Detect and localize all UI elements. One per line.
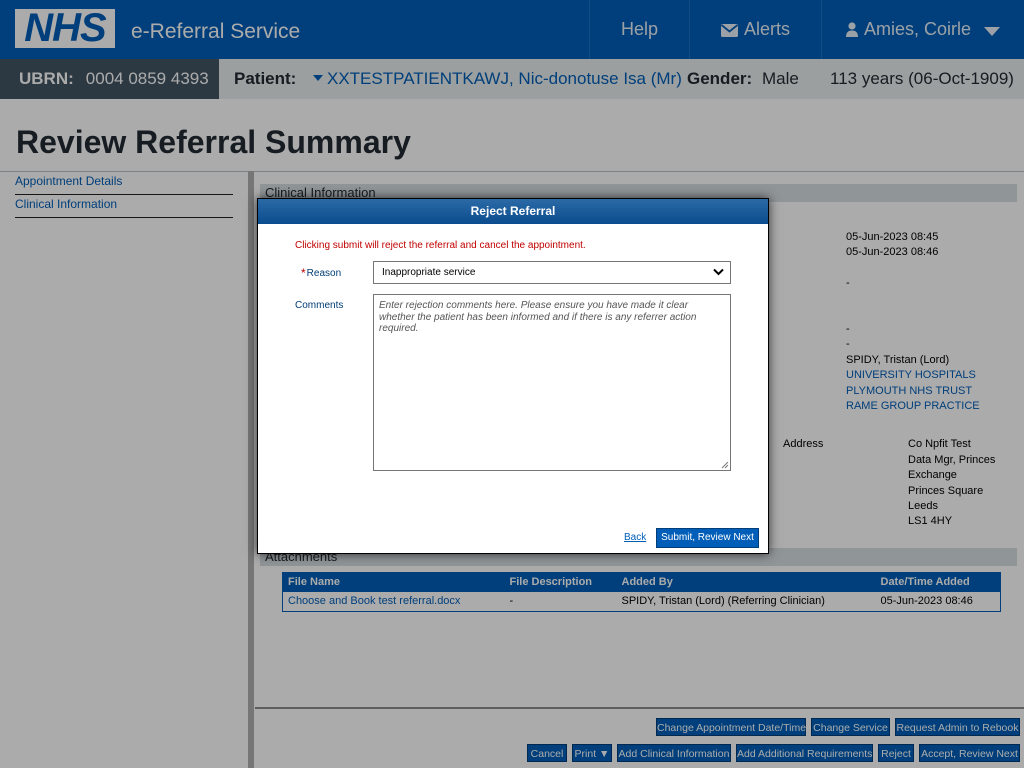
comments-label: Comments bbox=[295, 300, 344, 311]
app-root: NHS e-Referral Service Help Alerts Amies… bbox=[0, 0, 1024, 768]
reason-selected-value: Inappropriate service bbox=[382, 267, 476, 278]
resize-grip-icon[interactable] bbox=[720, 460, 729, 469]
reason-select[interactable]: Inappropriate service bbox=[373, 261, 731, 284]
dialog-title: Reject Referral bbox=[258, 199, 768, 224]
required-marker: * bbox=[301, 266, 306, 280]
comments-textarea[interactable]: Enter rejection comments here. Please en… bbox=[373, 294, 731, 471]
comments-placeholder: Enter rejection comments here. Please en… bbox=[379, 300, 697, 334]
reject-referral-dialog: Reject Referral Clicking submit will rej… bbox=[257, 198, 769, 554]
submit-review-next-button[interactable]: Submit, Review Next bbox=[655, 527, 760, 549]
reason-label-text: Reason bbox=[306, 268, 342, 279]
chevron-down-icon bbox=[713, 268, 724, 276]
warning-message: Clicking submit will reject the referral… bbox=[295, 240, 586, 251]
back-link[interactable]: Back bbox=[624, 532, 646, 543]
reason-label: *Reason bbox=[301, 266, 341, 280]
